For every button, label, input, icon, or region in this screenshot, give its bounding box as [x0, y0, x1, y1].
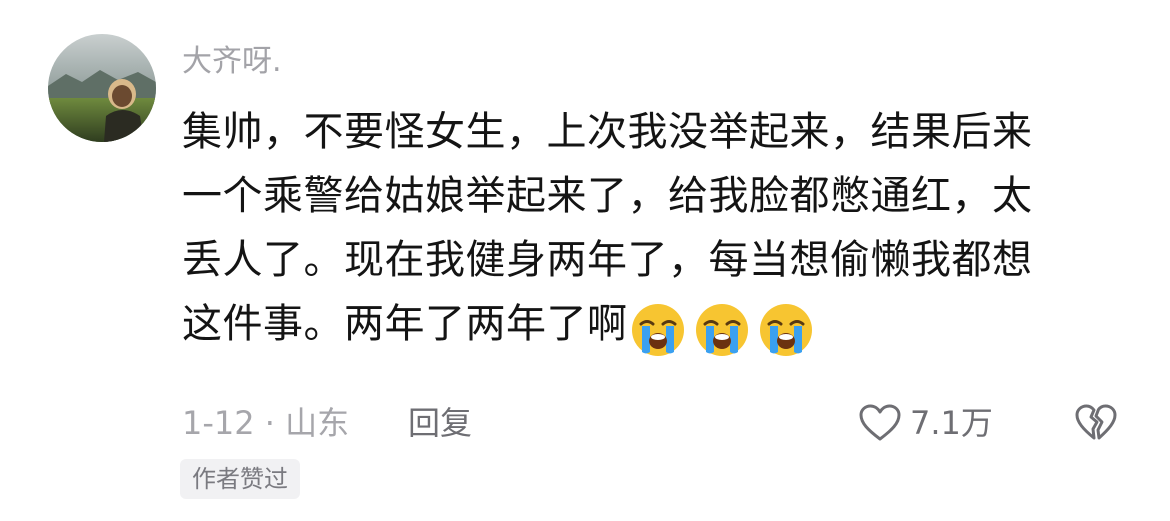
loudly-crying-face-icon [695, 304, 748, 356]
comment-item: 大齐呀. 集帅，不要怪女生，上次我没举起来，结果后来 一个乘警给姑娘举起来了，给… [0, 0, 1170, 521]
content-line: 集帅，不要怪女生，上次我没举起来，结果后来 [182, 109, 1033, 155]
reply-button[interactable]: 回复 [408, 400, 472, 446]
content-line: 一个乘警给姑娘举起来了，给我脸都憋通红，太 [182, 173, 1033, 219]
content-text: 这件事。两年了两年了啊 [182, 301, 628, 347]
content-line-last: 这件事。两年了两年了啊 [182, 292, 1122, 356]
content-line: 丢人了。现在我健身两年了，每当想偷懒我都想 [182, 237, 1033, 283]
dislike-button[interactable] [1074, 400, 1118, 446]
comment-content: 集帅，不要怪女生，上次我没举起来，结果后来 一个乘警给姑娘举起来了，给我脸都憋通… [182, 100, 1122, 356]
author-liked-badge: 作者赞过 [180, 459, 300, 499]
avatar[interactable] [48, 34, 156, 142]
broken-heart-icon [1075, 404, 1117, 440]
like-count: 7.1万 [910, 404, 993, 442]
like-button[interactable]: 7.1万 [858, 400, 993, 446]
comment-meta-row: 1-12 · 山东 回复 7.1万 [182, 400, 1142, 446]
emoji-group [630, 302, 822, 366]
date-location: 1-12 · 山东 [182, 404, 350, 442]
username[interactable]: 大齐呀. [182, 40, 282, 84]
heart-icon [859, 404, 901, 441]
avatar-image [48, 34, 156, 142]
loudly-crying-face-icon [631, 304, 684, 356]
loudly-crying-face-icon [759, 304, 812, 356]
